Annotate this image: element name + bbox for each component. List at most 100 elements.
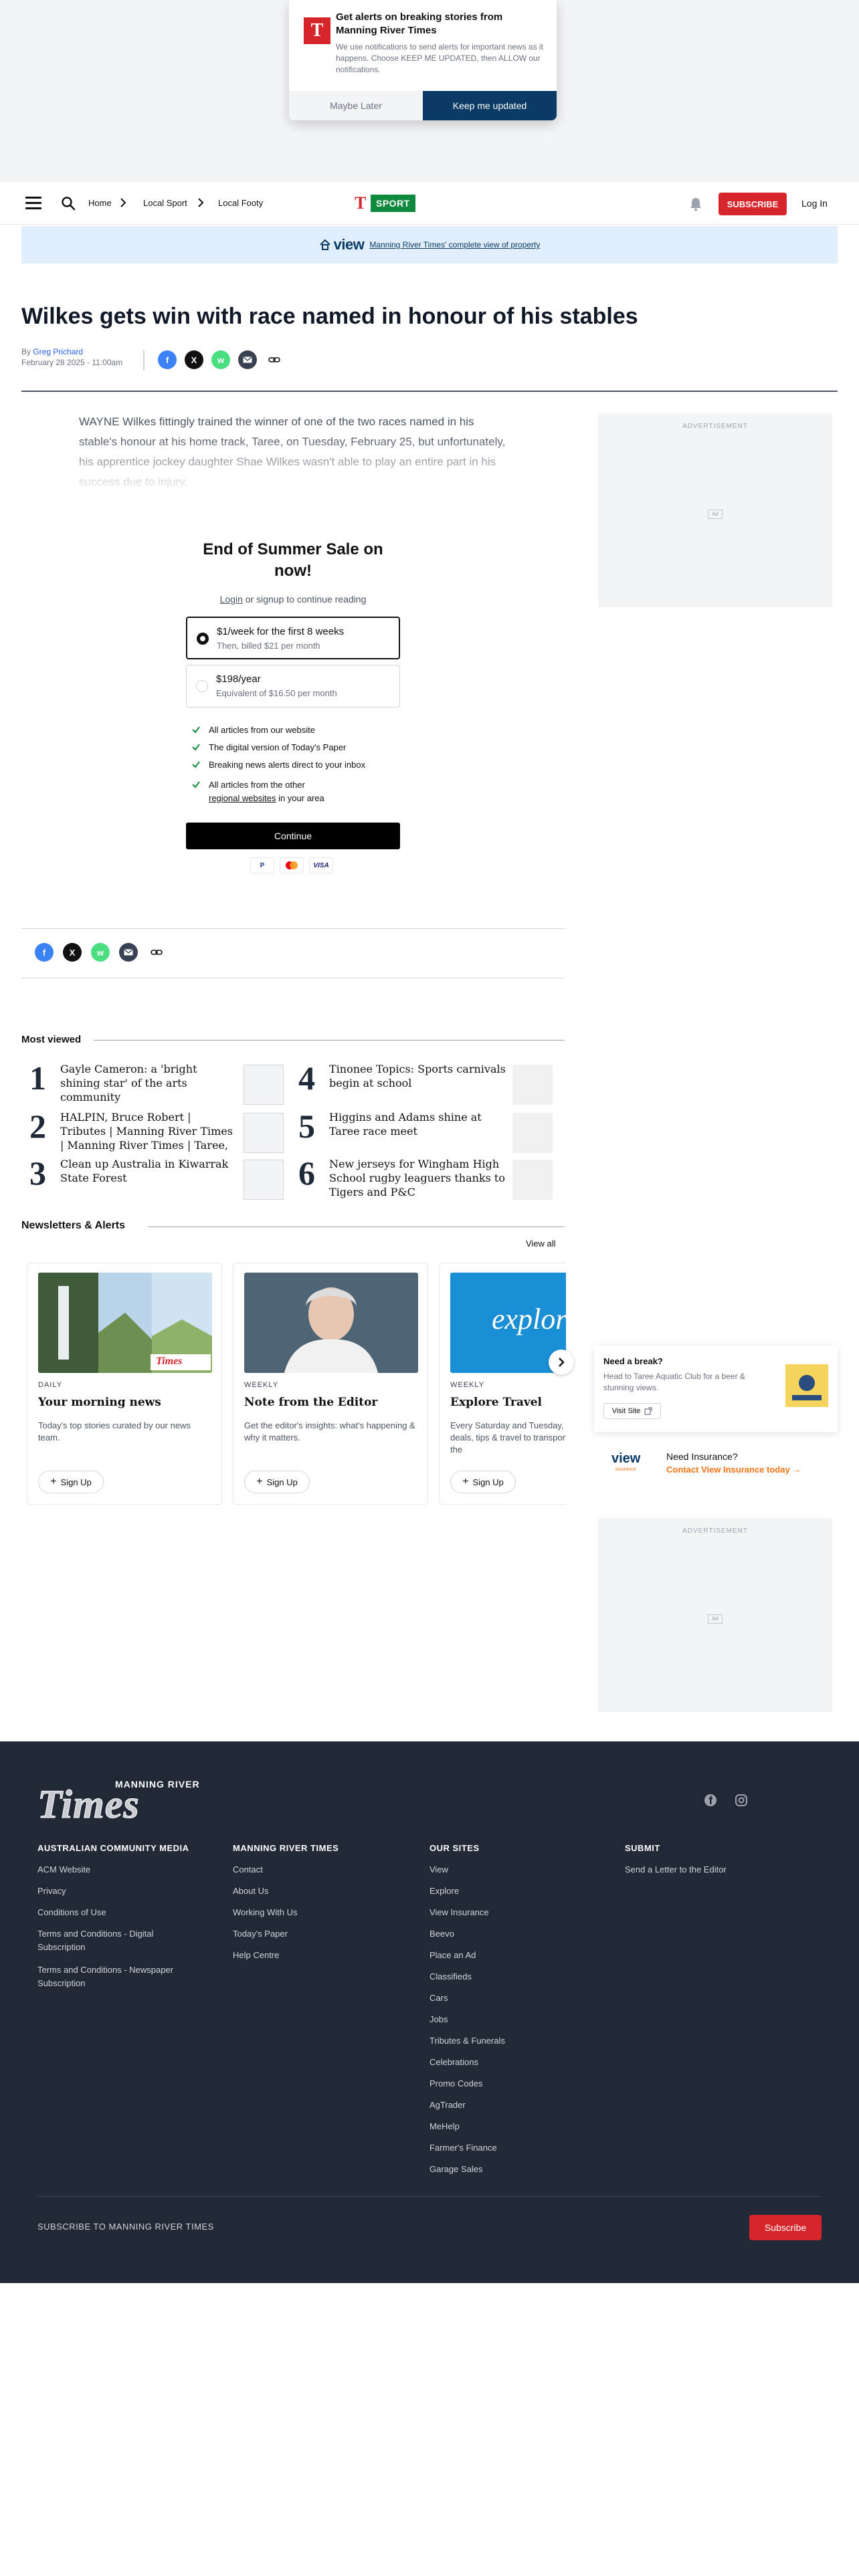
sign-up-button[interactable]: + Sign Up: [38, 1471, 104, 1493]
footer-link[interactable]: Help Centre: [233, 1949, 279, 1962]
footer-link[interactable]: Place an Ad: [430, 1949, 476, 1962]
footer-link[interactable]: Terms and Conditions - Newspaper Subscri…: [37, 1963, 198, 1990]
check-icon: [192, 761, 200, 768]
footer-link[interactable]: MeHelp: [430, 2120, 460, 2133]
newsletter-card: explore WEEKLY Explore Travel Every Satu…: [439, 1263, 566, 1505]
whatsapp-icon[interactable]: w: [91, 943, 110, 962]
advertisement[interactable]: ADVERTISEMENT Ad: [598, 1518, 832, 1712]
check-icon: [192, 744, 200, 751]
email-icon[interactable]: [119, 943, 138, 962]
notification-title: Get alerts on breaking stories from Mann…: [336, 11, 503, 36]
footer-link[interactable]: Jobs: [430, 2013, 448, 2026]
footer-link[interactable]: Celebrations: [430, 2056, 478, 2069]
sign-up-button[interactable]: + Sign Up: [244, 1471, 310, 1493]
plus-icon: +: [256, 1476, 263, 1487]
footer-link[interactable]: Promo Codes: [430, 2077, 482, 2090]
footer-link[interactable]: Garage Sales: [430, 2163, 483, 2176]
footer-link[interactable]: Conditions of Use: [37, 1906, 106, 1919]
footer-link[interactable]: Send a Letter to the Editor: [625, 1863, 727, 1876]
breadcrumb-local-footy[interactable]: Local Footy: [218, 198, 263, 208]
most-viewed-item[interactable]: 5 Higgins and Adams shine at Taree race …: [298, 1107, 566, 1157]
breadcrumb-home[interactable]: Home: [88, 198, 112, 208]
keep-me-updated-button[interactable]: Keep me updated: [423, 91, 557, 120]
footer-heading: SUBMIT: [625, 1843, 660, 1853]
footer-link[interactable]: Tributes & Funerals: [430, 2034, 505, 2048]
visit-site-button[interactable]: Visit Site: [603, 1403, 661, 1419]
footer-link[interactable]: View Insurance: [430, 1906, 489, 1919]
most-viewed-item[interactable]: 6 New jerseys for Wingham High School ru…: [298, 1154, 566, 1204]
footer-divider: [37, 2196, 822, 2197]
footer-link[interactable]: Farmer's Finance: [430, 2141, 497, 2155]
maybe-later-button[interactable]: Maybe Later: [289, 91, 423, 120]
newsletter-carousel: Times DAILY Your morning news Today's to…: [21, 1257, 566, 1511]
radio-selected-icon[interactable]: [197, 633, 209, 645]
contact-view-insurance-link[interactable]: Contact View Insurance today →: [666, 1465, 801, 1475]
article-headline: Wilkes gets win with race named in honou…: [21, 304, 638, 329]
email-icon[interactable]: [238, 350, 257, 369]
footer-link[interactable]: Today's Paper: [233, 1927, 288, 1941]
site-footer: MANNING RIVER Times AUSTRALIAN COMMUNITY…: [0, 1741, 859, 2283]
most-viewed-item[interactable]: 3 Clean up Australia in Kiwarrak State F…: [29, 1154, 297, 1204]
continue-button[interactable]: Continue: [186, 823, 400, 849]
search-icon[interactable]: [60, 195, 76, 211]
x-icon[interactable]: X: [63, 943, 82, 962]
facebook-icon[interactable]: f: [35, 943, 54, 962]
view-all-link[interactable]: View all: [526, 1239, 556, 1249]
footer-link[interactable]: Classifieds: [430, 1970, 472, 1983]
footer-link[interactable]: AgTrader: [430, 2099, 466, 2112]
most-viewed-item[interactable]: 2 HALPIN, Bruce Robert | Tributes | Mann…: [29, 1107, 297, 1157]
carousel-next-button[interactable]: [549, 1350, 574, 1375]
menu-icon[interactable]: [25, 197, 41, 210]
footer-subscribe-button[interactable]: Subscribe: [749, 2215, 822, 2240]
paywall-title: End of Summer Sale on now!: [203, 540, 383, 580]
promo-image: [785, 1364, 828, 1407]
thumbnail: [512, 1113, 553, 1153]
headline-rule: [21, 391, 838, 392]
byline: By Greg Prichard February 28 2025 - 11:0…: [21, 347, 123, 367]
footer-link[interactable]: Terms and Conditions - Digital Subscript…: [37, 1927, 191, 1954]
paywall-login-prompt: Login or signup to continue reading: [219, 594, 367, 605]
login-link[interactable]: Log In: [801, 198, 828, 209]
subscribe-button[interactable]: SUBSCRIBE: [719, 193, 787, 215]
footer-link[interactable]: Cars: [430, 1992, 448, 2005]
breadcrumb-local-sport[interactable]: Local Sport: [143, 198, 187, 208]
footer-link[interactable]: View: [430, 1863, 448, 1876]
footer-link[interactable]: Explore: [430, 1885, 459, 1898]
footer-link[interactable]: ACM Website: [37, 1863, 90, 1876]
footer-link[interactable]: Beevo: [430, 1927, 454, 1941]
footer-link[interactable]: Contact: [233, 1863, 263, 1876]
author-link[interactable]: Greg Prichard: [33, 347, 83, 356]
promo-need-insurance[interactable]: view insurance Need Insurance? Contact V…: [602, 1444, 838, 1479]
most-viewed-item[interactable]: 1 Gayle Cameron: a 'bright shining star'…: [29, 1059, 297, 1109]
radio-unselected-icon[interactable]: [196, 680, 208, 692]
times-badge: Times: [156, 1356, 183, 1367]
plan-option[interactable]: $198/year Equivalent of $16.50 per month: [186, 665, 400, 708]
bell-icon[interactable]: [689, 197, 702, 211]
visa-icon: VISA: [309, 857, 333, 873]
view-logo: view: [333, 236, 365, 253]
footer-heading: MANNING RIVER TIMES: [233, 1843, 339, 1853]
advertisement[interactable]: ADVERTISEMENT Ad: [598, 413, 832, 607]
plan-option[interactable]: $1/week for the first 8 weeks Then, bill…: [186, 617, 400, 659]
facebook-icon[interactable]: [704, 1794, 717, 1807]
most-viewed-item[interactable]: 4 Tinonee Topics: Sports carnivals begin…: [298, 1059, 566, 1109]
newsletter-card: WEEKLY Note from the Editor Get the edit…: [233, 1263, 428, 1505]
facebook-icon[interactable]: f: [158, 350, 177, 369]
copy-link-icon[interactable]: [265, 350, 284, 369]
copy-link-icon[interactable]: [147, 943, 166, 962]
whatsapp-icon[interactable]: w: [211, 350, 230, 369]
explore-wordmark: explore: [492, 1303, 566, 1335]
regional-websites-link[interactable]: regional websites: [209, 793, 276, 803]
section-rule: [149, 1226, 565, 1227]
footer-link[interactable]: About Us: [233, 1885, 268, 1898]
site-logo[interactable]: T SPORT: [355, 194, 415, 213]
footer-link[interactable]: Privacy: [37, 1885, 66, 1898]
footer-link[interactable]: Working With Us: [233, 1906, 298, 1919]
house-icon: [319, 239, 330, 250]
login-link[interactable]: Login: [220, 594, 243, 605]
view-property-banner[interactable]: view Manning River Times' complete view …: [21, 226, 838, 263]
thumbnail: [512, 1065, 553, 1105]
instagram-icon[interactable]: [735, 1794, 748, 1807]
x-icon[interactable]: X: [185, 350, 203, 369]
sign-up-button[interactable]: + Sign Up: [450, 1471, 516, 1493]
